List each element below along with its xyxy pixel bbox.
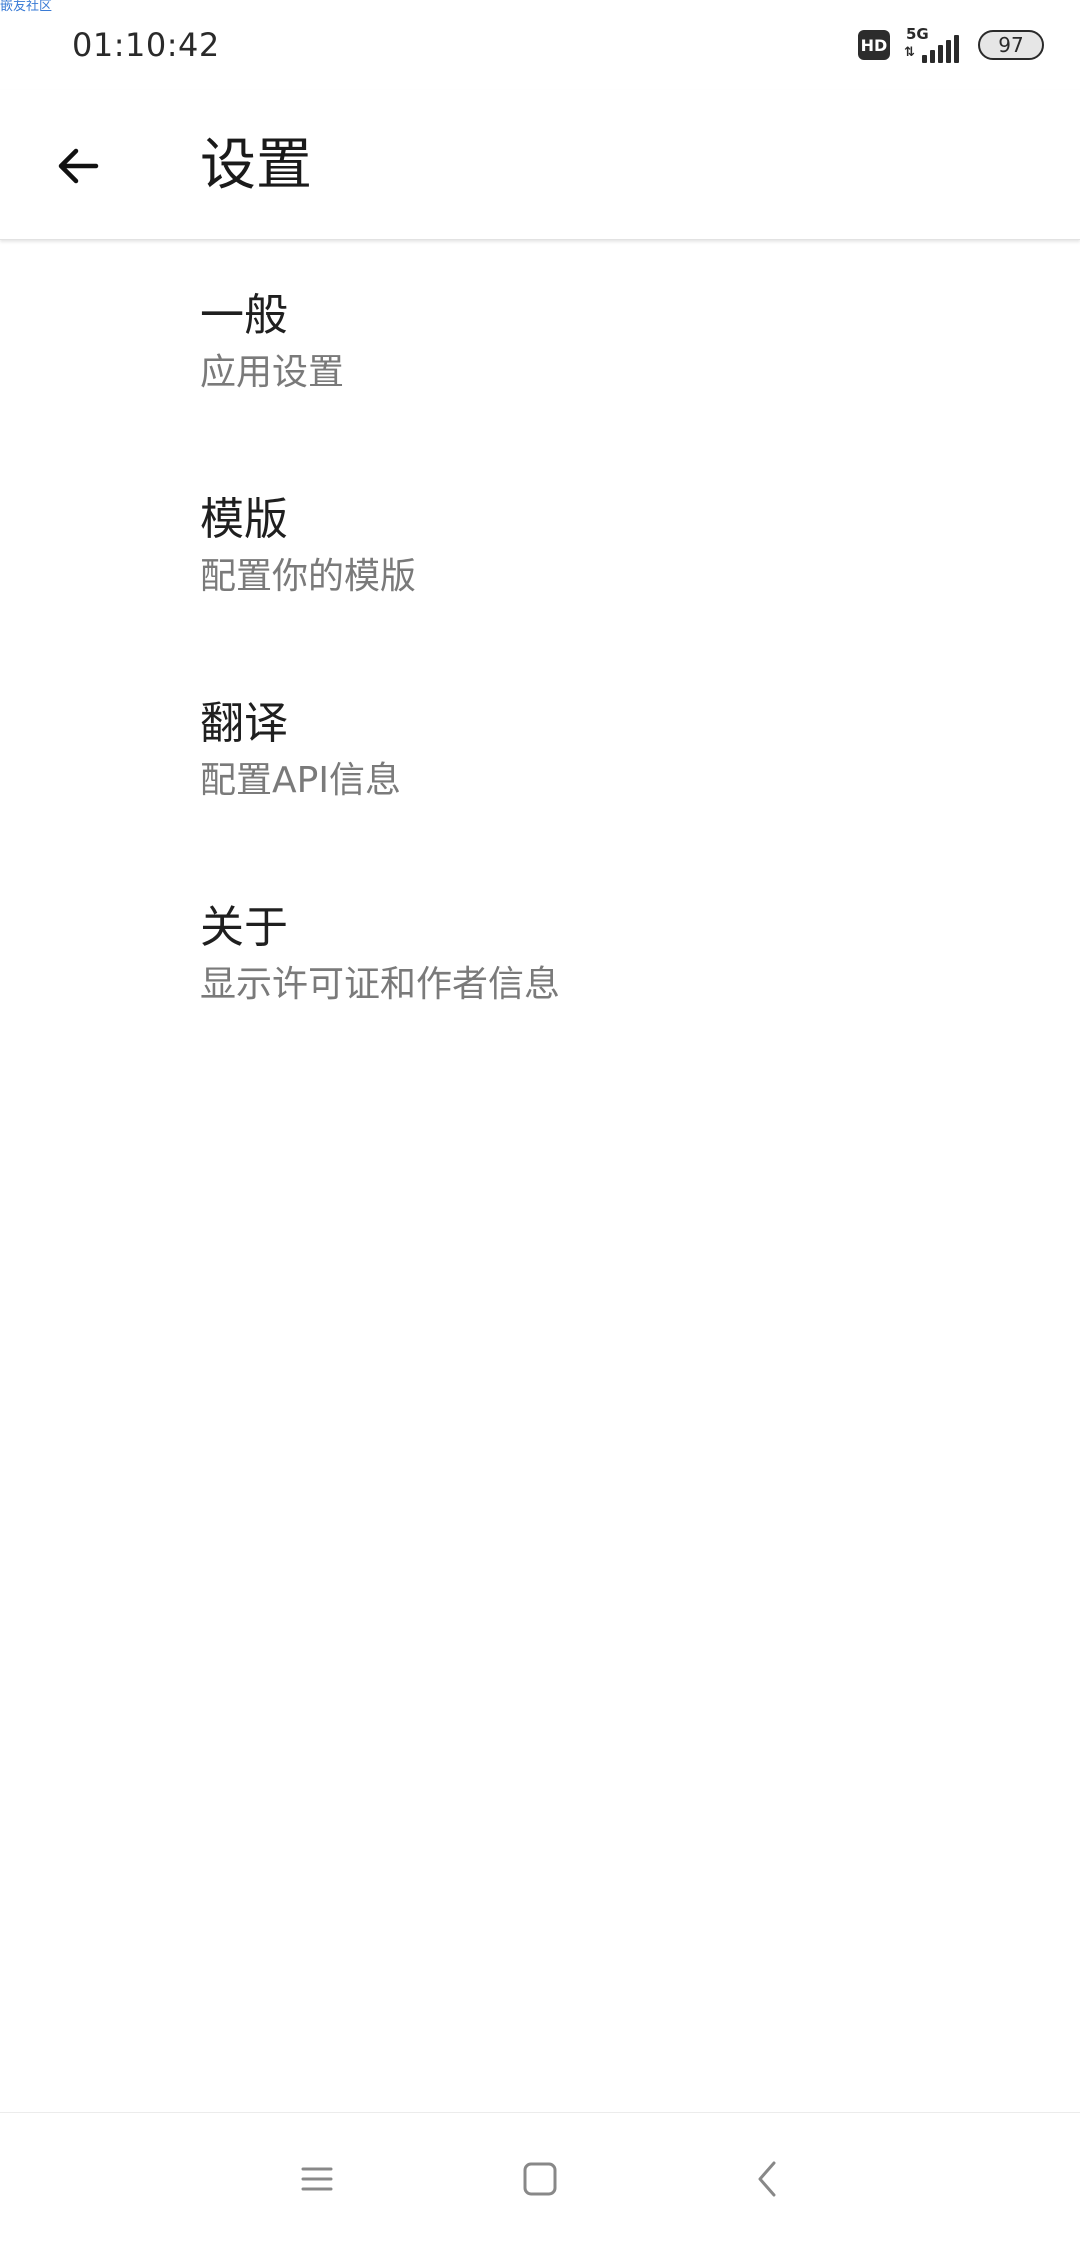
settings-item-translation[interactable]: 翻译 配置API信息 [0, 648, 1080, 852]
back-chevron-icon [758, 2161, 776, 2197]
nav-menu-button[interactable] [285, 2147, 349, 2211]
item-title: 模版 [200, 494, 288, 545]
battery-level: 97 [998, 33, 1024, 57]
status-bar: 01:10:42 HD 5G ⇅ 97 [0, 0, 1080, 90]
item-summary: 配置你的模版 [200, 556, 417, 597]
item-summary: 应用设置 [200, 352, 345, 393]
item-title: 关于 [200, 902, 288, 953]
back-button[interactable] [40, 128, 116, 204]
settings-item-templates[interactable]: 模版 配置你的模版 [0, 444, 1080, 648]
signal-icon: 5G ⇅ [904, 25, 964, 63]
status-time: 01:10:42 [72, 26, 220, 64]
data-activity-icon: ⇅ [904, 45, 915, 60]
settings-item-general[interactable]: 一般 应用设置 [0, 240, 1080, 444]
signal-bars [922, 35, 959, 63]
battery-icon: 97 [978, 30, 1044, 60]
menu-icon [301, 2167, 333, 2191]
item-title: 翻译 [200, 698, 288, 749]
home-icon [523, 2162, 557, 2196]
item-summary: 配置API信息 [200, 760, 401, 801]
nav-home-button[interactable] [508, 2147, 572, 2211]
page-title: 设置 [200, 133, 312, 198]
settings-item-about[interactable]: 关于 显示许可证和作者信息 [0, 852, 1080, 1056]
nav-back-button[interactable] [736, 2147, 800, 2211]
settings-screen: 嵌友社区 01:10:42 HD 5G ⇅ 97 设置 一般 应用设置 模版 配… [0, 0, 1080, 2244]
app-bar: 设置 [0, 90, 1080, 240]
arrow-left-icon [58, 148, 99, 184]
hd-icon: HD [858, 30, 890, 60]
navigation-bar [0, 2112, 1080, 2244]
item-title: 一般 [200, 290, 288, 341]
item-summary: 显示许可证和作者信息 [200, 964, 561, 1005]
settings-list: 一般 应用设置 模版 配置你的模版 翻译 配置API信息 关于 显示许可证和作者… [0, 240, 1080, 1056]
status-indicators: HD 5G ⇅ 97 [858, 24, 1044, 66]
